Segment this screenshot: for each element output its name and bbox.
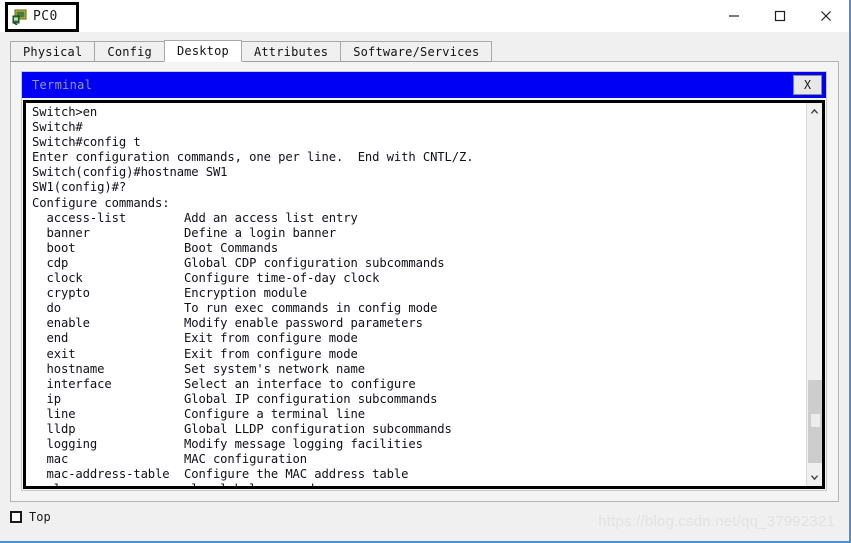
terminal-body[interactable]: Switch>en Switch# Switch#config t Enter con… — [23, 100, 825, 489]
terminal-window: Terminal X Switch>en Switch# Switch#config… — [21, 71, 827, 491]
terminal-line: clock Configure time-of-day clock — [32, 271, 380, 286]
terminal-line: access-list Add an access list entry — [32, 210, 358, 225]
terminal-line: mac-address-table Configure the MAC addr… — [32, 467, 409, 482]
terminal-line: logging Modify message logging facilitie… — [32, 437, 423, 452]
terminal-close-button[interactable]: X — [793, 75, 822, 95]
terminal-line: line Configure a terminal line — [32, 406, 365, 421]
close-button[interactable] — [803, 0, 849, 32]
terminal-line: enable Modify enable password parameters — [32, 316, 423, 331]
device-tabstrip: Physical Config Desktop Attributes Softw… — [0, 40, 849, 62]
terminal-line: banner Define a login banner — [32, 225, 336, 240]
tab-physical[interactable]: Physical — [10, 41, 96, 62]
device-title-tab[interactable]: PC0 — [5, 1, 79, 32]
terminal-line: Enter configuration commands, one per li… — [32, 150, 474, 165]
terminal-line: hostname Set system's network name — [32, 361, 365, 376]
tab-desktop-label: Desktop — [176, 44, 229, 58]
terminal-line: mls mls global commands — [32, 482, 802, 486]
watermark-text: https://blog.csdn.net/qq_37992321 — [598, 513, 835, 530]
packet-tracer-device-window: PC0 Physical Config Desktop Attributes S… — [0, 0, 851, 543]
device-title-label: PC0 — [33, 9, 58, 24]
terminal-output: Switch>en Switch# Switch#config t Enter con… — [32, 105, 802, 486]
terminal-title-label: Terminal — [32, 78, 93, 92]
terminal-line: Configure commands: — [32, 195, 170, 210]
terminal-scrollbar[interactable] — [806, 103, 822, 486]
window-controls — [711, 0, 849, 32]
terminal-line: lldp Global LLDP configuration subcomman… — [32, 421, 452, 436]
terminal-line: Switch>en — [32, 105, 98, 119]
maximize-button[interactable] — [757, 0, 803, 32]
tab-config[interactable]: Config — [94, 41, 165, 62]
terminal-close-label: X — [803, 78, 812, 92]
tab-software-services-label: Software/Services — [353, 44, 480, 59]
terminal-line: SW1(config)#? — [32, 180, 127, 195]
tab-physical-label: Physical — [23, 44, 83, 59]
tab-attributes-label: Attributes — [253, 44, 329, 59]
tab-attributes[interactable]: Attributes — [240, 41, 342, 62]
terminal-line: interface Select an interface to configu… — [32, 376, 416, 391]
terminal-line: exit Exit from configure mode — [32, 346, 358, 361]
tab-software-services[interactable]: Software/Services — [340, 41, 493, 62]
scroll-down-icon[interactable] — [807, 470, 822, 486]
terminal-line: do To run exec commands in config mode — [32, 301, 438, 316]
tab-config-label: Config — [107, 44, 152, 59]
terminal-line: ip Global IP configuration subcommands — [32, 391, 438, 406]
top-checkbox[interactable] — [10, 511, 22, 523]
scrollbar-grip — [811, 414, 820, 427]
terminal-line: boot Boot Commands — [32, 240, 279, 255]
terminal-line: Switch#config t — [32, 135, 141, 150]
window-titlebar: PC0 — [0, 0, 849, 32]
terminal-line: crypto Encryption module — [32, 286, 308, 301]
terminal-titlebar[interactable]: Terminal X — [22, 72, 826, 98]
scrollbar-thumb[interactable] — [808, 380, 822, 463]
desktop-panel: Terminal X Switch>en Switch# Switch#config… — [10, 61, 839, 502]
top-checkbox-label: Top — [29, 510, 51, 524]
pc-device-icon — [12, 9, 28, 26]
terminal-line: Switch(config)#hostname SW1 — [32, 165, 228, 180]
minimize-button[interactable] — [711, 0, 757, 32]
bottom-bar: Top — [10, 510, 51, 524]
terminal-line: Switch# — [32, 120, 83, 135]
scroll-up-icon[interactable] — [807, 103, 822, 119]
terminal-line: mac MAC configuration — [32, 452, 308, 467]
tab-desktop[interactable]: Desktop — [163, 40, 242, 62]
terminal-line: cdp Global CDP configuration subcommands — [32, 255, 445, 270]
terminal-line: end Exit from configure mode — [32, 331, 358, 346]
